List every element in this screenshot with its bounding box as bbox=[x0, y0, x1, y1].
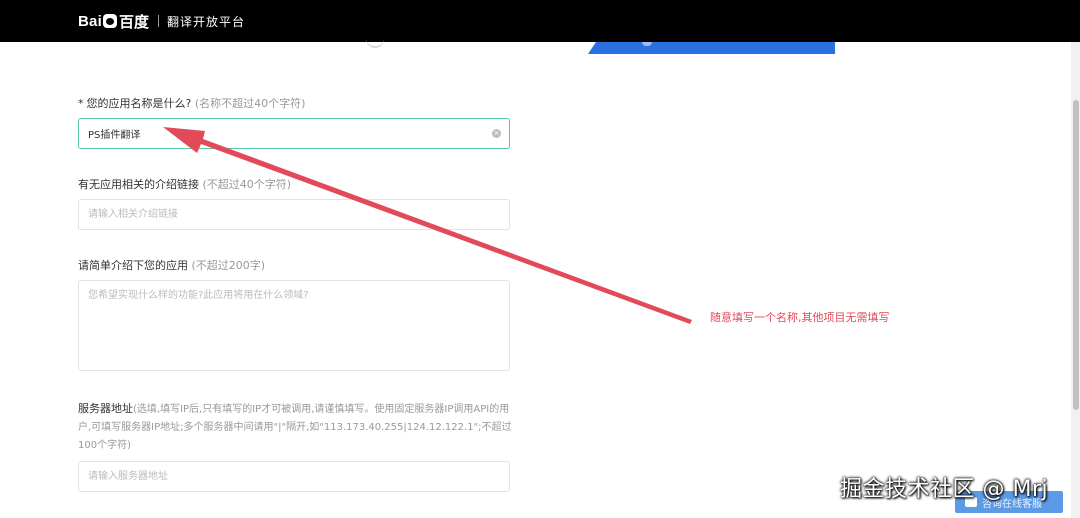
arrow-shape bbox=[163, 127, 692, 324]
watermark: 掘金技术社区 @ Mrj bbox=[840, 477, 1049, 502]
scrollbar-thumb[interactable] bbox=[1073, 100, 1079, 410]
page: Bai 百度 翻译开放平台 *您的应用名称是什么? (名称不超过40个字符) ×… bbox=[0, 0, 1080, 518]
annotation-text: 随意填写一个名称,其他项目无需填写 bbox=[710, 311, 890, 324]
annotation-arrow bbox=[163, 127, 692, 324]
